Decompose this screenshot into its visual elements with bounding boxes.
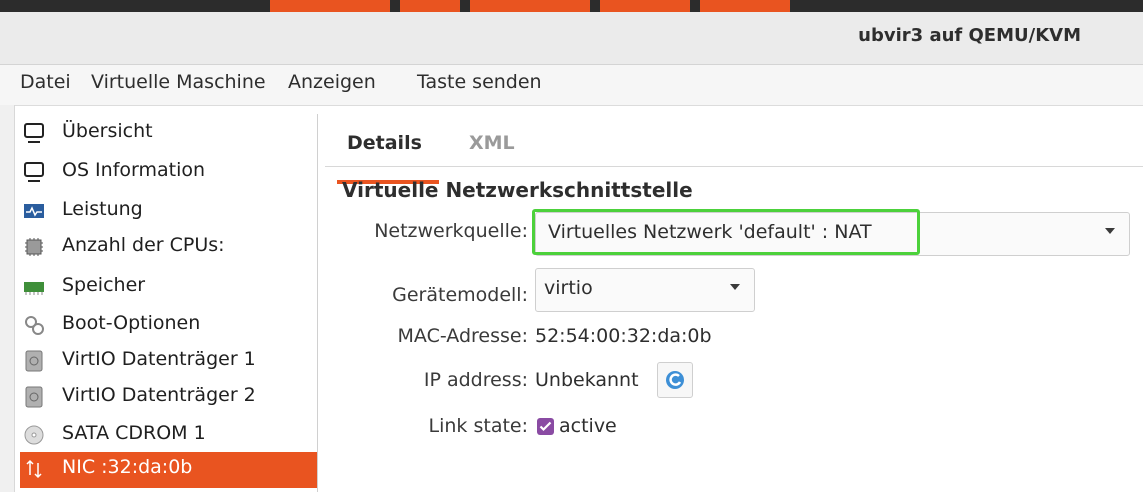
refresh-ip-button[interactable] — [657, 362, 693, 398]
monitor-icon — [24, 123, 44, 143]
menu-virtuelle-maschine[interactable]: Virtuelle Maschine — [91, 71, 266, 93]
menu-anzeigen[interactable]: Anzeigen — [288, 71, 376, 93]
mac-address-label: MAC-Adresse: — [397, 325, 528, 347]
sidebar-item-label: NIC :32:da:0b — [62, 456, 193, 478]
network-source-label: Netzwerkquelle: — [374, 220, 528, 242]
section-title: Virtuelle Netzwerkschnittstelle — [342, 178, 693, 202]
hardware-sidebar: Übersicht OS Information Leistung Anzahl… — [20, 114, 318, 492]
device-model-select[interactable]: virtio — [535, 268, 755, 312]
sidebar-item-label: Speicher — [62, 274, 146, 296]
menu-datei[interactable]: Datei — [20, 71, 71, 93]
ip-address-value: Unbekannt — [535, 369, 639, 391]
sidebar-item-label: Übersicht — [62, 120, 153, 142]
sidebar-item-cpus[interactable]: Anzahl der CPUs: — [20, 230, 317, 266]
sidebar-item-label: VirtIO Datenträger 1 — [62, 348, 256, 370]
sidebar-item-virtio-disk-2[interactable]: VirtIO Datenträger 2 — [20, 380, 317, 416]
disk-drive-icon — [25, 350, 43, 372]
sidebar-item-os-information[interactable]: OS Information — [20, 155, 317, 191]
cpu-chip-icon — [25, 238, 43, 256]
tab-bar: Details XML — [325, 122, 1143, 184]
sidebar-item-sata-cdrom[interactable]: SATA CDROM 1 — [20, 418, 317, 454]
sidebar-item-label: OS Information — [62, 159, 206, 181]
sidebar-item-performance[interactable]: Leistung — [20, 194, 317, 230]
chevron-down-icon — [730, 284, 740, 290]
sidebar-item-label: Anzahl der CPUs: — [62, 234, 225, 256]
cdrom-icon — [24, 425, 44, 445]
window-edge — [0, 105, 15, 492]
tab-xml[interactable]: XML — [469, 132, 515, 154]
tab-details[interactable]: Details — [347, 132, 422, 154]
menu-bar: Datei Virtuelle Maschine Anzeigen Taste … — [0, 65, 1143, 106]
refresh-icon — [666, 371, 684, 389]
memory-module-icon — [24, 282, 44, 295]
device-model-value: virtio — [544, 277, 593, 299]
sidebar-item-label: Boot-Optionen — [62, 312, 201, 334]
checkmark-icon — [539, 421, 552, 432]
device-model-label: Gerätemodell: — [392, 284, 528, 306]
ip-address-label: IP address: — [423, 369, 528, 391]
menu-taste-senden[interactable]: Taste senden — [417, 71, 542, 93]
performance-graph-icon — [24, 204, 44, 218]
gears-icon — [25, 316, 44, 335]
title-bar[interactable]: ubvir3 auf QEMU/KVM — [0, 12, 1143, 65]
sidebar-item-nic[interactable]: NIC :32:da:0b — [20, 452, 317, 488]
sidebar-item-label: Leistung — [62, 198, 143, 220]
link-state-checkbox[interactable] — [537, 418, 554, 435]
mac-address-value: 52:54:00:32:da:0b — [535, 325, 712, 347]
background-window-strip — [0, 0, 1143, 12]
window-title: ubvir3 auf QEMU/KVM — [858, 25, 1081, 46]
sidebar-item-memory[interactable]: Speicher — [20, 270, 317, 306]
sidebar-item-label: SATA CDROM 1 — [62, 422, 206, 444]
sidebar-item-overview[interactable]: Übersicht — [20, 116, 317, 152]
sidebar-item-boot-options[interactable]: Boot-Optionen — [20, 308, 317, 344]
network-icon — [26, 459, 42, 479]
monitor-icon — [24, 162, 44, 182]
highlight-box — [532, 209, 920, 255]
link-state-value: active — [559, 415, 617, 437]
link-state-label: Link state: — [428, 415, 528, 437]
sidebar-item-virtio-disk-1[interactable]: VirtIO Datenträger 1 — [20, 344, 317, 380]
chevron-down-icon — [1105, 228, 1115, 234]
disk-drive-icon — [25, 386, 43, 408]
sidebar-item-label: VirtIO Datenträger 2 — [62, 384, 256, 406]
